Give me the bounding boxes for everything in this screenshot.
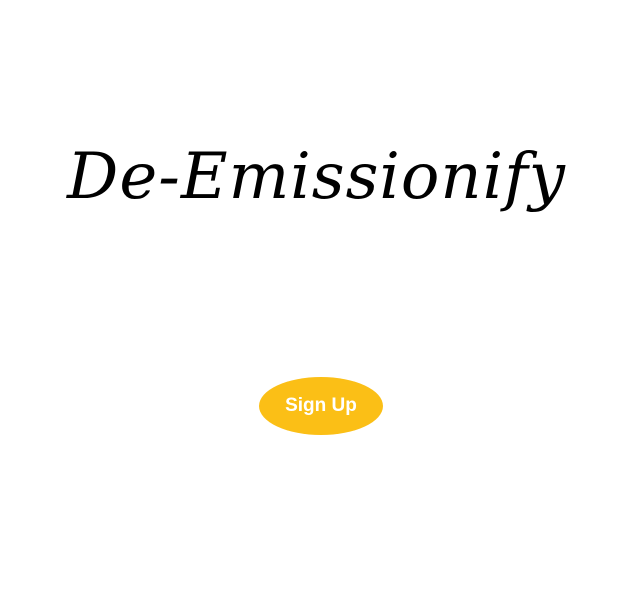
- app-title: De-Emissionify: [67, 140, 566, 214]
- landing-screen: De-Emissionify Sign Up: [0, 0, 633, 600]
- sign-up-button[interactable]: Sign Up: [259, 377, 383, 435]
